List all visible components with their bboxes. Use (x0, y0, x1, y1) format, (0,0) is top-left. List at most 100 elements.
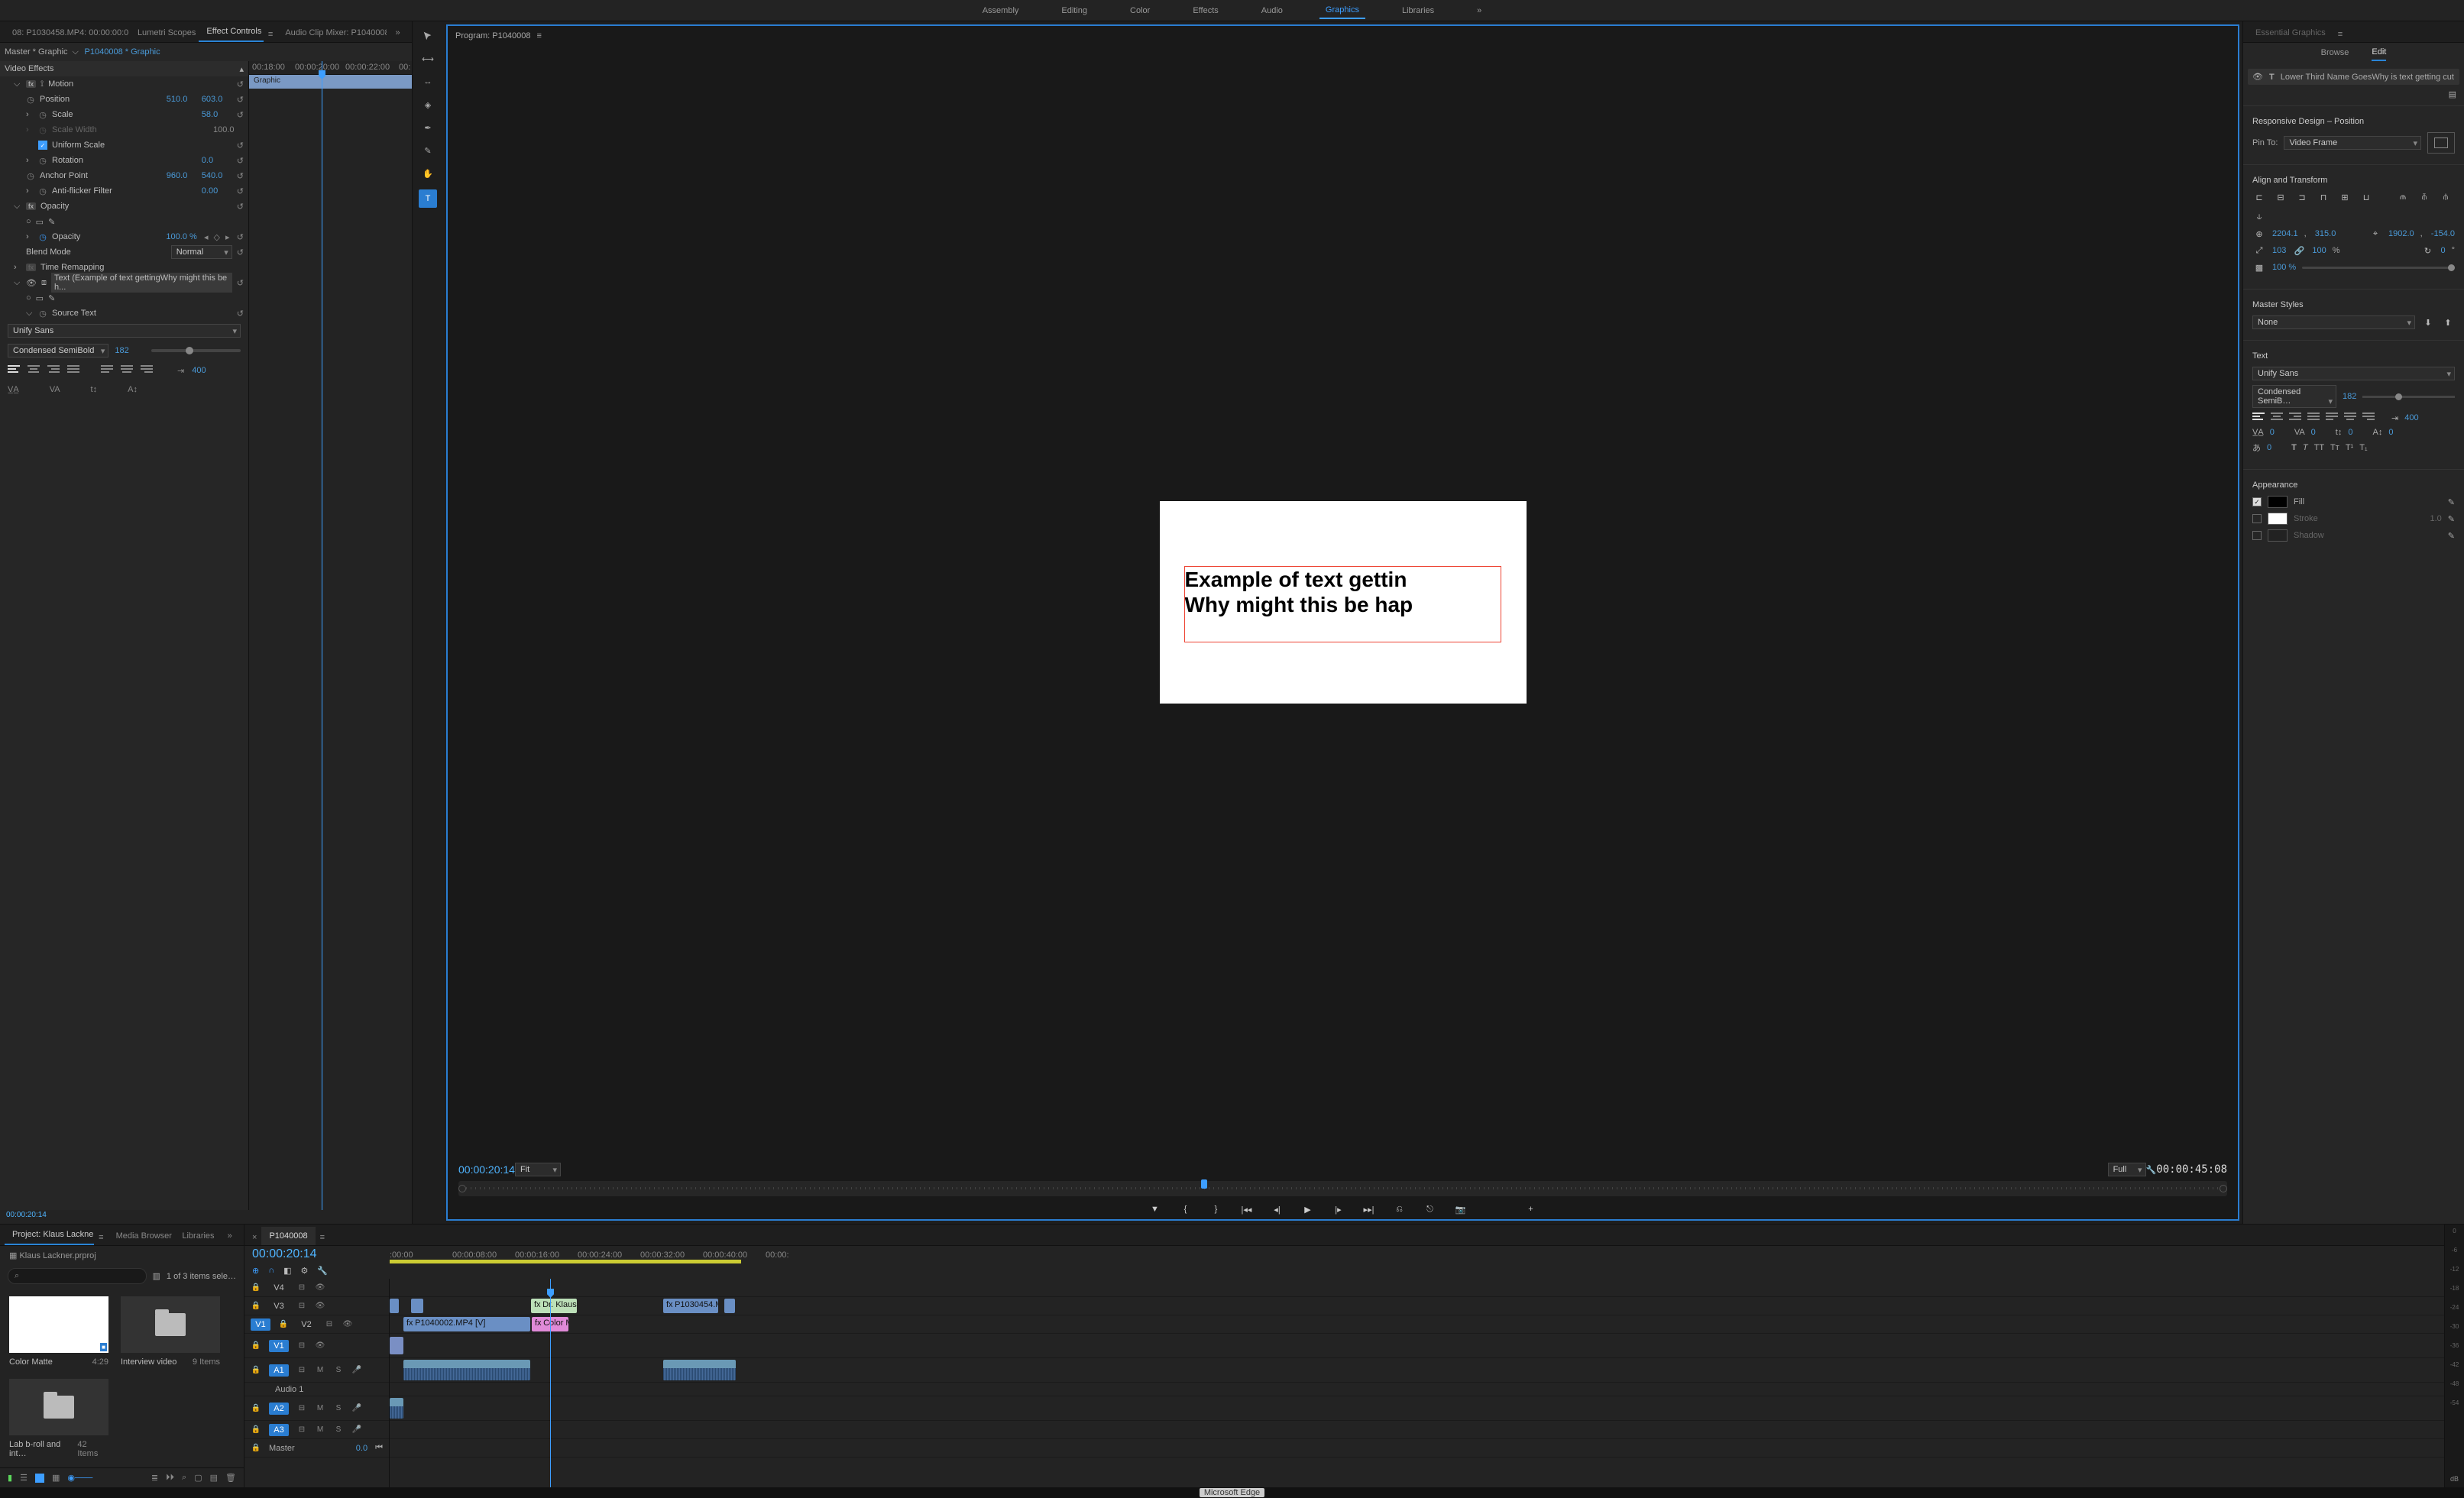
thumb-size-slider[interactable]: ◉─── (67, 1473, 92, 1483)
align-bottom-edges-icon[interactable]: ⊔ (2359, 191, 2373, 203)
track-label-v4[interactable]: V4 (269, 1282, 289, 1294)
eye-icon[interactable]: 👁 (315, 1302, 325, 1310)
kerning-val[interactable]: 0 (2270, 428, 2275, 437)
mask-pen-icon[interactable]: ✎ (48, 293, 55, 303)
text-justify-icon[interactable] (2307, 413, 2320, 423)
lock-icon[interactable]: 🔒 (251, 1283, 261, 1292)
reset-icon[interactable]: ↺ (237, 232, 244, 242)
solo-icon[interactable]: S (333, 1366, 344, 1374)
align-left-edges-icon[interactable]: ⊏ (2252, 191, 2266, 203)
eg-size-slider[interactable] (2362, 396, 2455, 398)
twirl-icon[interactable]: › (26, 186, 34, 196)
rotation-value[interactable]: 0.0 (202, 156, 232, 165)
flicker-value[interactable]: 0.00 (202, 186, 232, 196)
source-text-label[interactable]: Source Text (52, 309, 232, 318)
wrench-icon[interactable]: 🔧 (2146, 1165, 2157, 1175)
canvas-text-line2[interactable]: Why might this be hap (1185, 592, 1501, 618)
panel-menu-icon[interactable]: ≡ (317, 1230, 328, 1245)
new-item-icon[interactable]: ▤ (210, 1473, 218, 1483)
audio-meter[interactable]: 0 -6 -12 -18 -24 -30 -36 -42 -48 -54 dB (2444, 1225, 2464, 1487)
opacity-label[interactable]: Opacity (40, 202, 232, 211)
automate-to-seq-icon[interactable]: ⏵⏵ (166, 1473, 174, 1483)
twirl-icon[interactable]: › (14, 263, 21, 272)
lock-icon[interactable]: 🔒 (278, 1320, 289, 1328)
pen-tool-icon[interactable]: ✒ (421, 121, 435, 134)
track-v4[interactable] (390, 1279, 2444, 1297)
master-clip-label[interactable]: Master * Graphic (5, 47, 68, 57)
workspace-audio[interactable]: Audio (1255, 3, 1289, 18)
uniform-scale-checkbox[interactable]: ✓ (38, 141, 47, 150)
next-keyframe-icon[interactable]: ▸ (223, 232, 232, 241)
timeline-ruler[interactable]: :00:00 00:00:08:00 00:00:16:00 00:00:24:… (390, 1249, 2444, 1264)
pin-target-widget[interactable] (2427, 132, 2455, 154)
shadow-checkbox[interactable] (2252, 531, 2262, 540)
project-search[interactable]: ⌕ (8, 1268, 147, 1284)
scale-h[interactable]: 103 (2272, 246, 2286, 255)
anchor-x[interactable]: 960.0 (167, 171, 197, 180)
track-output-icon[interactable]: ⊟ (296, 1341, 307, 1350)
reset-icon[interactable]: ↺ (237, 79, 244, 89)
eg-browse-tab[interactable]: Browse (2321, 48, 2349, 60)
resolution-dropdown[interactable]: Full (2108, 1163, 2146, 1176)
reset-icon[interactable]: ↺ (237, 186, 244, 196)
text-justify-r-icon[interactable] (2362, 413, 2375, 423)
track-label-v1[interactable]: V1 (269, 1340, 289, 1352)
track-v1[interactable] (390, 1334, 2444, 1358)
align-justify-left-icon[interactable] (101, 365, 113, 376)
step-back-icon[interactable]: ◂| (1271, 1202, 1284, 1216)
twirl-icon[interactable]: ⌵ (14, 278, 21, 288)
tab-project[interactable]: Project: Klaus Lackner (5, 1225, 94, 1245)
reset-icon[interactable]: ↺ (237, 278, 244, 288)
master-label[interactable]: Master (269, 1444, 295, 1453)
mask-rect-icon[interactable]: ▭ (36, 293, 44, 303)
ellipse-tool-icon[interactable]: ✎ (421, 144, 435, 157)
go-to-out-icon[interactable]: ▸▸| (1362, 1202, 1376, 1216)
anch-x[interactable]: 1902.0 (2388, 229, 2414, 238)
tab-libraries[interactable]: Libraries (174, 1227, 218, 1245)
clip[interactable] (390, 1299, 399, 1313)
track-output-icon[interactable]: ⊟ (296, 1404, 307, 1412)
snap-icon[interactable]: ⊕ (252, 1266, 259, 1276)
text-layer-label[interactable]: Text (Example of text gettingWhy might t… (51, 273, 232, 293)
track-v3[interactable]: fx Dr. Klaus L fx P1030454.M (390, 1297, 2444, 1315)
mask-ellipse-icon[interactable]: ○ (26, 217, 31, 226)
stroke-width[interactable]: 1.0 (2430, 514, 2441, 523)
voice-over-icon[interactable]: 🎤 (351, 1404, 362, 1412)
eye-icon[interactable]: 👁 (26, 278, 37, 288)
tab-audio-mixer[interactable]: Audio Clip Mixer: P1040008 (277, 24, 386, 42)
mark-out-icon[interactable]: } (1209, 1202, 1223, 1216)
stopwatch-icon[interactable]: ◷ (26, 171, 35, 180)
workspace-libraries[interactable]: Libraries (1396, 3, 1440, 18)
fx-badge[interactable]: fx (26, 264, 36, 271)
reset-icon[interactable]: ↺ (237, 141, 244, 150)
tabs-overflow-icon[interactable]: » (220, 1227, 239, 1245)
tsume-icon[interactable]: あ (2252, 442, 2261, 454)
mask-rect-icon[interactable]: ▭ (36, 217, 44, 227)
prev-keyframe-icon[interactable]: ◂ (202, 232, 211, 241)
workspace-assembly[interactable]: Assembly (976, 3, 1025, 18)
tab-media-browser[interactable]: Media Browser (108, 1227, 173, 1245)
collapse-icon[interactable]: ⏮ (375, 1443, 383, 1453)
mask-pen-icon[interactable]: ✎ (48, 217, 55, 227)
clip-thumb[interactable] (390, 1337, 403, 1354)
workspace-editing[interactable]: Editing (1055, 3, 1093, 18)
eye-icon[interactable]: 👁 (315, 1341, 325, 1350)
anchor-y[interactable]: 540.0 (202, 171, 232, 180)
align-justify-right-icon[interactable] (141, 365, 153, 376)
new-layer-icon[interactable]: ▤ (2449, 90, 2456, 99)
freeform-view-icon[interactable]: ▦ (52, 1473, 60, 1483)
vertical-center-icon[interactable]: ⟷ (421, 52, 435, 66)
program-scrubber[interactable] (458, 1181, 2227, 1196)
bin-name[interactable]: Lab b-roll and int… (9, 1440, 77, 1458)
sort-icon[interactable]: ≣ (151, 1473, 158, 1483)
workspace-color[interactable]: Color (1124, 3, 1156, 18)
lock-icon[interactable]: 🔒 (251, 1302, 261, 1310)
eyedropper-icon[interactable]: ✎ (2448, 531, 2455, 541)
tracking-val[interactable]: 0 (2311, 428, 2316, 437)
lock-icon[interactable]: 🔒 (251, 1341, 261, 1350)
scale-pct[interactable]: 100 (2312, 246, 2326, 255)
solo-icon[interactable]: S (333, 1404, 344, 1412)
clip[interactable] (411, 1299, 423, 1313)
superscript-icon[interactable]: T¹ (2346, 443, 2353, 452)
reset-icon[interactable]: ↺ (237, 202, 244, 212)
